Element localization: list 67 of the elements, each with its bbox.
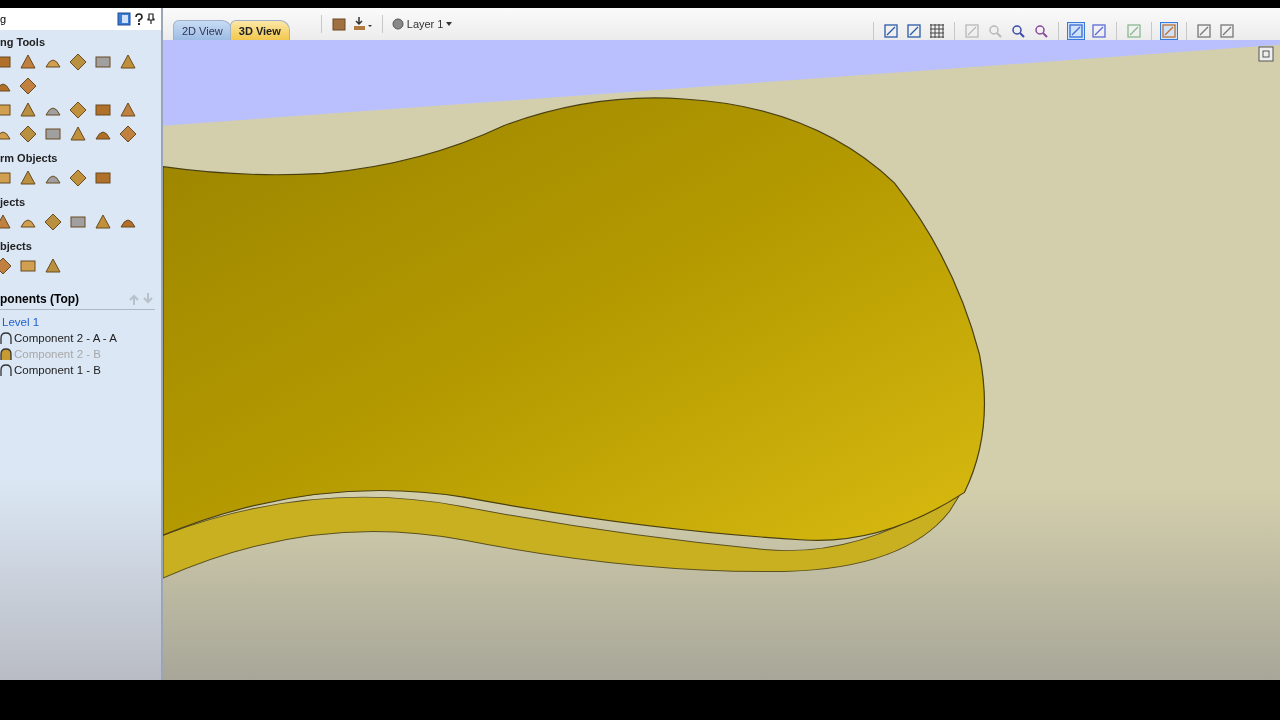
tool-icon[interactable] <box>119 125 137 143</box>
caret-icon <box>446 22 453 26</box>
tool-icon[interactable] <box>69 125 87 143</box>
view-icon <box>1034 24 1048 38</box>
pin-icon[interactable] <box>147 13 155 25</box>
view-icon <box>1011 24 1025 38</box>
view-icon <box>1127 24 1141 38</box>
view-tool-button[interactable] <box>1090 22 1108 40</box>
view-icon <box>988 24 1002 38</box>
import-dropdown-icon[interactable] <box>352 16 373 32</box>
view-tool-button[interactable] <box>1032 22 1050 40</box>
tool-icon[interactable] <box>69 169 87 187</box>
tool-icon[interactable] <box>94 213 112 231</box>
section-title: rm Objects <box>0 151 59 166</box>
component-item[interactable]: Component 2 - A - A <box>14 332 117 344</box>
panel-title: g <box>0 13 8 25</box>
tool-icon[interactable] <box>19 169 37 187</box>
tool-icon[interactable] <box>94 53 112 71</box>
section-title: ponents (Top) <box>0 292 81 306</box>
view-tool-button[interactable] <box>905 22 923 40</box>
view-tool-button[interactable] <box>928 22 946 40</box>
tool-icon[interactable] <box>119 53 137 71</box>
tool-icon[interactable] <box>94 101 112 119</box>
component-item[interactable]: Component 1 - B <box>14 364 101 376</box>
view-tool-button[interactable] <box>882 22 900 40</box>
view-icon <box>884 24 898 38</box>
arch-icon[interactable] <box>0 332 12 344</box>
tool-icon[interactable] <box>69 101 87 119</box>
tool-icon[interactable] <box>44 213 62 231</box>
help-icon[interactable] <box>135 13 143 25</box>
tool-icon[interactable] <box>69 213 87 231</box>
tool-icon[interactable] <box>19 125 37 143</box>
tool-icon[interactable] <box>94 169 112 187</box>
view-tab[interactable]: 3D View <box>229 20 290 40</box>
fit-view-icon[interactable] <box>1258 46 1274 62</box>
panel-icon[interactable] <box>117 12 131 26</box>
tool-icon[interactable] <box>44 125 62 143</box>
view-tool-button[interactable] <box>1218 22 1236 40</box>
tool-icon[interactable] <box>44 257 62 275</box>
view-icon <box>1220 24 1234 38</box>
material-icon[interactable] <box>330 16 347 32</box>
view-icon <box>1162 24 1176 38</box>
view-icon <box>907 24 921 38</box>
tool-icon[interactable] <box>19 101 37 119</box>
sphere-icon <box>391 18 404 30</box>
view-icon <box>965 24 979 38</box>
view-icon <box>1069 24 1083 38</box>
view-tool-button[interactable] <box>1067 22 1085 40</box>
arch-icon[interactable] <box>0 364 12 376</box>
level-item[interactable]: Level 1 <box>0 316 40 328</box>
view-tab[interactable]: 2D View <box>173 20 232 40</box>
arch-icon[interactable] <box>0 348 12 360</box>
section-title: jects <box>0 195 27 210</box>
view-tool-button[interactable] <box>1009 22 1027 40</box>
section-title: bjects <box>0 239 33 254</box>
section-title: ng Tools <box>0 35 46 50</box>
view-tool-button[interactable] <box>1195 22 1213 40</box>
layer-dropdown[interactable]: Layer 1 <box>391 18 453 30</box>
tool-icon[interactable] <box>19 77 37 95</box>
view-icon <box>930 24 944 38</box>
view-icon <box>1092 24 1106 38</box>
tool-icon[interactable] <box>119 101 137 119</box>
tool-icon[interactable] <box>19 257 37 275</box>
view-icon <box>1197 24 1211 38</box>
tool-icon[interactable] <box>19 53 37 71</box>
view-tool-button[interactable] <box>1160 22 1178 40</box>
tool-icon[interactable] <box>69 53 87 71</box>
